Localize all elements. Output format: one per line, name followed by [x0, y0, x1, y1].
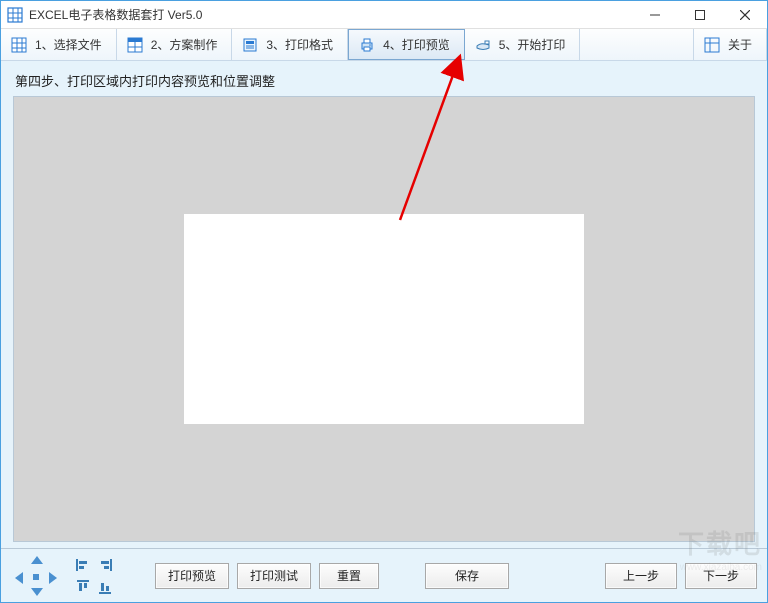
- printer-preview-icon: [359, 37, 375, 53]
- print-preview-area[interactable]: [13, 96, 755, 542]
- center-icon[interactable]: [33, 574, 39, 580]
- app-icon: [7, 7, 23, 23]
- grid-icon: [11, 37, 27, 53]
- arrow-left-icon[interactable]: [15, 572, 23, 584]
- align-bottom-button[interactable]: [95, 577, 115, 597]
- toolbar-label: 2、方案制作: [151, 36, 218, 53]
- align-right-button[interactable]: [95, 555, 115, 575]
- step-description: 第四步、打印区域内打印内容预览和位置调整: [13, 71, 755, 90]
- print-preview-button[interactable]: 打印预览: [155, 563, 229, 589]
- align-top-button[interactable]: [73, 577, 93, 597]
- arrow-down-icon[interactable]: [31, 588, 43, 596]
- toolbar-label: 4、打印预览: [383, 36, 450, 53]
- preview-paper: [184, 214, 584, 424]
- app-window: EXCEL电子表格数据套打 Ver5.0 1、选择文件 2、方案制作: [0, 0, 768, 603]
- reset-button[interactable]: 重置: [319, 563, 379, 589]
- align-left-button[interactable]: [73, 555, 93, 575]
- toolbar-start-print[interactable]: 5、开始打印: [465, 29, 581, 60]
- save-button[interactable]: 保存: [425, 563, 509, 589]
- align-group: [73, 555, 115, 597]
- toolbar-label: 关于: [728, 36, 752, 53]
- close-button[interactable]: [722, 1, 767, 28]
- toolbar-about[interactable]: 关于: [693, 29, 767, 60]
- content-area: 第四步、打印区域内打印内容预览和位置调整: [1, 61, 767, 548]
- nudge-dpad[interactable]: [11, 554, 61, 598]
- toolbar-print-preview[interactable]: 4、打印预览: [348, 29, 465, 60]
- printer-icon: [475, 37, 491, 53]
- arrow-right-icon[interactable]: [49, 572, 57, 584]
- arrow-up-icon[interactable]: [31, 556, 43, 564]
- next-step-button[interactable]: 下一步: [685, 563, 757, 589]
- sheet-icon: [127, 37, 143, 53]
- titlebar: EXCEL电子表格数据套打 Ver5.0: [1, 1, 767, 29]
- toolbar-label: 5、开始打印: [499, 36, 566, 53]
- window-title: EXCEL电子表格数据套打 Ver5.0: [29, 6, 632, 23]
- print-test-button[interactable]: 打印测试: [237, 563, 311, 589]
- toolbar-print-format[interactable]: 3、打印格式: [232, 29, 348, 60]
- maximize-button[interactable]: [677, 1, 722, 28]
- toolbar-label: 1、选择文件: [35, 36, 102, 53]
- window-controls: [632, 1, 767, 28]
- main-toolbar: 1、选择文件 2、方案制作 3、打印格式 4、打印预览 5、开始打印: [1, 29, 767, 61]
- prev-step-button[interactable]: 上一步: [605, 563, 677, 589]
- toolbar-scheme[interactable]: 2、方案制作: [117, 29, 233, 60]
- about-icon: [704, 37, 720, 53]
- format-icon: [242, 37, 258, 53]
- minimize-button[interactable]: [632, 1, 677, 28]
- bottom-bar: 打印预览 打印测试 重置 保存 上一步 下一步: [1, 548, 767, 602]
- toolbar-label: 3、打印格式: [266, 36, 333, 53]
- toolbar-select-file[interactable]: 1、选择文件: [1, 29, 117, 60]
